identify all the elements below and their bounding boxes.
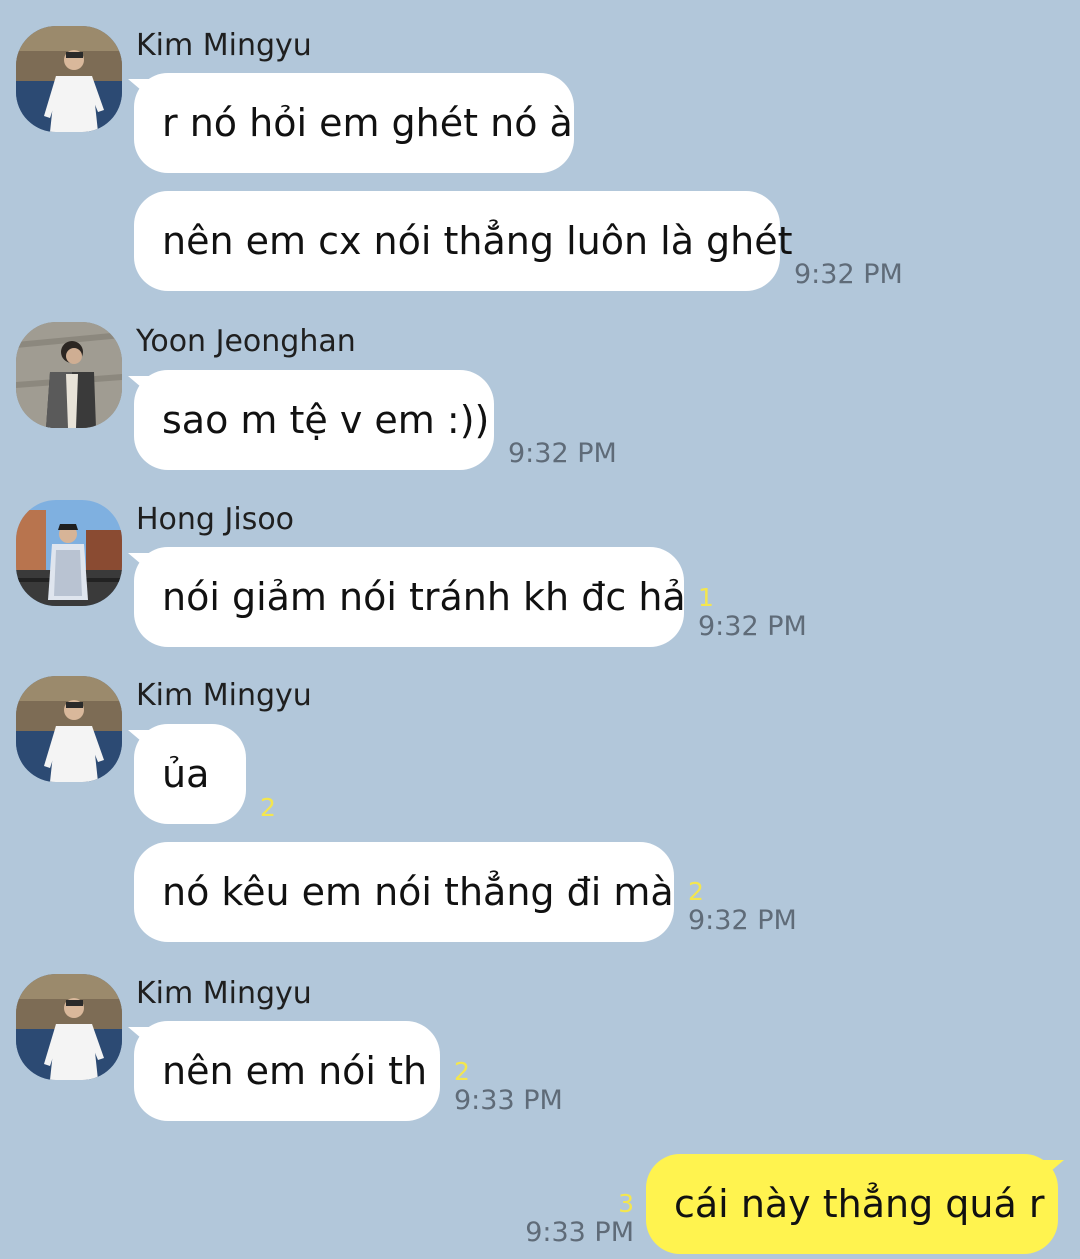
timestamp: 9:32 PM bbox=[698, 611, 807, 642]
avatar-yoon-jeonghan[interactable] bbox=[16, 322, 122, 428]
timestamp: 9:32 PM bbox=[794, 259, 903, 290]
timestamp: 9:33 PM bbox=[454, 1085, 563, 1116]
message-bubble[interactable]: r nó hỏi em ghét nó à bbox=[128, 73, 574, 173]
message-bubble[interactable]: nó kêu em nói thẳng đi mà bbox=[134, 842, 674, 942]
message-bubble[interactable]: nên em nói th bbox=[128, 1021, 440, 1121]
message-bubble[interactable]: ủa bbox=[128, 724, 246, 824]
avatar-kim-mingyu[interactable] bbox=[16, 26, 122, 132]
message-bubble[interactable]: sao m tệ v em :)) bbox=[128, 370, 494, 470]
message-meta: 2 bbox=[260, 794, 276, 822]
message-meta: 3 9:33 PM bbox=[525, 1190, 634, 1248]
unread-count: 2 bbox=[454, 1057, 470, 1086]
timestamp: 9:32 PM bbox=[688, 905, 797, 936]
sender-name: Yoon Jeonghan bbox=[136, 324, 356, 359]
chat-area[interactable]: Kim Mingyu r nó hỏi em ghét nó à nên em … bbox=[0, 0, 1080, 1259]
timestamp: 9:32 PM bbox=[508, 438, 617, 469]
message-meta: 9:32 PM bbox=[794, 260, 903, 290]
message-bubble[interactable]: nói giảm nói tránh kh đc hả bbox=[128, 547, 686, 647]
avatar-hong-jisoo[interactable] bbox=[16, 500, 122, 606]
sender-name: Kim Mingyu bbox=[136, 678, 312, 713]
unread-count: 2 bbox=[688, 877, 704, 906]
message-text: cái này thẳng quá r bbox=[674, 1182, 1045, 1226]
message-meta: 2 9:33 PM bbox=[454, 1058, 563, 1116]
message-bubble[interactable]: nên em cx nói thẳng luôn là ghét bbox=[134, 191, 793, 291]
message-meta: 2 9:32 PM bbox=[688, 878, 797, 936]
avatar-kim-mingyu[interactable] bbox=[16, 676, 122, 782]
message-meta: 1 9:32 PM bbox=[698, 584, 807, 642]
unread-count: 2 bbox=[260, 793, 276, 822]
message-text: nên em nói th bbox=[162, 1049, 428, 1093]
timestamp: 9:33 PM bbox=[525, 1217, 634, 1248]
sender-name: Kim Mingyu bbox=[136, 28, 312, 63]
message-text: nó kêu em nói thẳng đi mà bbox=[162, 870, 674, 914]
message-text: sao m tệ v em :)) bbox=[162, 398, 490, 442]
message-text: nên em cx nói thẳng luôn là ghét bbox=[162, 219, 793, 263]
unread-count: 3 bbox=[618, 1189, 634, 1218]
unread-count: 1 bbox=[698, 583, 714, 612]
message-meta: 9:32 PM bbox=[508, 439, 617, 469]
sender-name: Hong Jisoo bbox=[136, 502, 295, 537]
message-text: ủa bbox=[162, 752, 210, 796]
message-text: nói giảm nói tránh kh đc hả bbox=[162, 575, 686, 619]
message-text: r nó hỏi em ghét nó à bbox=[162, 101, 573, 145]
avatar-kim-mingyu[interactable] bbox=[16, 974, 122, 1080]
my-message-bubble[interactable]: cái này thẳng quá r bbox=[646, 1154, 1064, 1254]
sender-name: Kim Mingyu bbox=[136, 976, 312, 1011]
